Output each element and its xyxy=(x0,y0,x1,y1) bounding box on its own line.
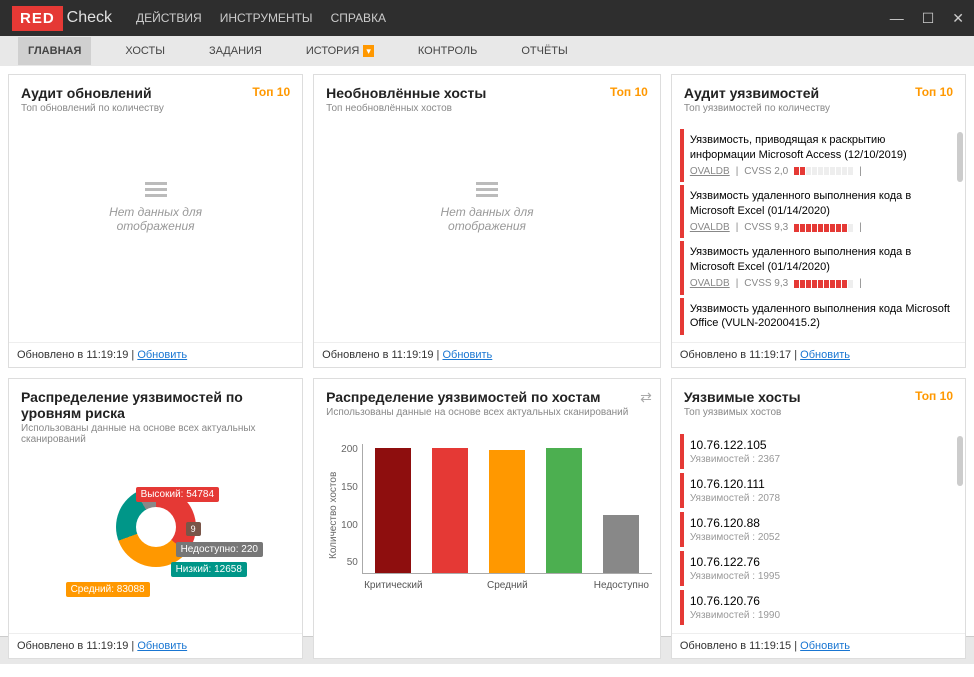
tab-hosts[interactable]: ХОСТЫ xyxy=(115,37,175,65)
no-data-placeholder: Нет данных для отображения xyxy=(322,126,652,286)
list-icon xyxy=(476,179,498,195)
scrollbar[interactable] xyxy=(957,132,963,182)
tab-reports[interactable]: ОТЧЁТЫ xyxy=(511,37,577,65)
close-icon[interactable]: ✕ xyxy=(952,10,964,27)
panel-vuln-hosts: Уязвимые хосты Топ 10 Топ уязвимых хосто… xyxy=(671,378,966,659)
tab-control[interactable]: КОНТРОЛЬ xyxy=(408,37,487,65)
title-bar: RED Check ДЕЙСТВИЯ ИНСТРУМЕНТЫ СПРАВКА —… xyxy=(0,0,974,36)
vuln-list[interactable]: Уязвимость, приводящая к раскрытию инфор… xyxy=(672,122,965,342)
logo-text: Check xyxy=(67,9,112,27)
bar-medium xyxy=(489,450,525,573)
top10-link[interactable]: Топ 10 xyxy=(915,85,953,99)
top10-link[interactable]: Топ 10 xyxy=(252,85,290,99)
panel-subtitle: Топ уязвимых хостов xyxy=(672,407,965,426)
main-menu: ДЕЙСТВИЯ ИНСТРУМЕНТЫ СПРАВКА xyxy=(136,11,386,25)
window-controls: — ☐ ✕ xyxy=(890,10,964,27)
panel-title: Аудит уязвимостей xyxy=(684,85,819,101)
cvss-bar-icon xyxy=(794,280,853,288)
menu-actions[interactable]: ДЕЙСТВИЯ xyxy=(136,11,202,25)
refresh-link[interactable]: Обновить xyxy=(800,640,850,652)
host-list[interactable]: 10.76.122.105Уязвимостей : 2367 10.76.12… xyxy=(672,426,965,633)
filter-icon: ▾ xyxy=(363,45,374,57)
cvss-bar-icon xyxy=(794,167,853,175)
host-item[interactable]: 10.76.120.111Уязвимостей : 2078 xyxy=(680,473,957,508)
panel-title: Уязвимые хосты xyxy=(684,389,801,405)
refresh-link[interactable]: Обновить xyxy=(137,349,187,361)
refresh-link[interactable]: Обновить xyxy=(800,349,850,361)
panel-updates-audit: Аудит обновлений Топ 10 Топ обновлений п… xyxy=(8,74,303,368)
list-icon xyxy=(145,179,167,195)
tab-bar: ГЛАВНАЯ ХОСТЫ ЗАДАНИЯ ИСТОРИЯ▾ КОНТРОЛЬ … xyxy=(0,36,974,66)
no-data-placeholder: Нет данных для отображения xyxy=(17,126,294,286)
panel-footer: Обновлено в 11:19:19 | Обновить xyxy=(9,633,302,658)
panel-subtitle: Топ необновлённых хостов xyxy=(314,103,660,122)
menu-tools[interactable]: ИНСТРУМЕНТЫ xyxy=(220,11,313,25)
bar-low xyxy=(546,448,582,573)
panel-title: Аудит обновлений xyxy=(21,85,152,101)
bar-na xyxy=(603,515,639,573)
vuln-item[interactable]: Уязвимость, приводящая к раскрытию инфор… xyxy=(680,129,957,182)
panel-footer: Обновлено в 11:19:19 | Обновить xyxy=(314,342,660,367)
panel-outdated-hosts: Необновлённые хосты Топ 10 Топ необновлё… xyxy=(313,74,661,368)
swap-icon[interactable]: ⇄ xyxy=(640,389,652,406)
bar-area: Критический Средний Недоступно xyxy=(362,444,652,574)
top10-link[interactable]: Топ 10 xyxy=(610,85,648,99)
tab-tasks[interactable]: ЗАДАНИЯ xyxy=(199,37,272,65)
scrollbar[interactable] xyxy=(957,436,963,486)
panel-subtitle: Использованы данные на основе всех актуа… xyxy=(9,423,302,453)
panel-vuln-audit: Аудит уязвимостей Топ 10 Топ уязвимостей… xyxy=(671,74,966,368)
panel-footer: Обновлено в 11:19:15 | Обновить xyxy=(672,633,965,658)
top10-link[interactable]: Топ 10 xyxy=(915,389,953,403)
panel-subtitle: Использованы данные на основе всех актуа… xyxy=(314,407,660,426)
bar-chart: Количество хостов 200 150 100 50 Критиче… xyxy=(322,430,652,590)
dashboard-content: Аудит обновлений Топ 10 Топ обновлений п… xyxy=(0,66,974,636)
bar-high xyxy=(432,448,468,573)
tab-history[interactable]: ИСТОРИЯ▾ xyxy=(296,37,384,65)
donut-chart: Высокий: 54784 Средний: 83088 Низкий: 12… xyxy=(76,487,236,607)
host-item[interactable]: 10.76.120.88Уязвимостей : 2052 xyxy=(680,512,957,547)
label-high: Высокий: 54784 xyxy=(136,487,219,502)
panel-risk-dist: Распределение уязвимостей по уровням рис… xyxy=(8,378,303,659)
label-low: Низкий: 12658 xyxy=(171,562,247,577)
y-axis-ticks: 200 150 100 50 xyxy=(339,440,362,590)
host-item[interactable]: 10.76.122.105Уязвимостей : 2367 xyxy=(680,434,957,469)
minimize-icon[interactable]: — xyxy=(890,10,904,26)
y-axis-label: Количество хостов xyxy=(328,440,339,590)
label-extra: 9 xyxy=(186,522,201,536)
vuln-item[interactable]: Уязвимость удаленного выполнения кода Mi… xyxy=(680,298,957,336)
panel-vuln-by-host: ⇄ Распределение уязвимостей по хостам Ис… xyxy=(313,378,661,659)
maximize-icon[interactable]: ☐ xyxy=(922,10,935,27)
cvss-bar-icon xyxy=(794,224,853,232)
panel-title: Распределение уязвимостей по хостам xyxy=(326,389,600,405)
panel-title: Распределение уязвимостей по уровням рис… xyxy=(21,389,290,421)
panel-title: Необновлённые хосты xyxy=(326,85,486,101)
panel-subtitle: Топ уязвимостей по количеству xyxy=(672,103,965,122)
label-na: Недоступно: 220 xyxy=(176,542,263,557)
label-medium: Средний: 83088 xyxy=(66,582,150,597)
vuln-item[interactable]: Уязвимость удаленного выполнения кода в … xyxy=(680,185,957,238)
host-item[interactable]: 10.76.122.76Уязвимостей : 1995 xyxy=(680,551,957,586)
vuln-item[interactable]: Уязвимость удаленного выполнения кода в … xyxy=(680,241,957,294)
refresh-link[interactable]: Обновить xyxy=(137,640,187,652)
bar-critical xyxy=(375,448,411,573)
logo-red: RED xyxy=(12,6,63,31)
host-item[interactable]: 10.76.120.76Уязвимостей : 1990 xyxy=(680,590,957,625)
refresh-link[interactable]: Обновить xyxy=(442,349,492,361)
panel-subtitle: Топ обновлений по количеству xyxy=(9,103,302,122)
panel-footer: Обновлено в 11:19:19 | Обновить xyxy=(9,342,302,367)
panel-footer: Обновлено в 11:19:17 | Обновить xyxy=(672,342,965,367)
menu-help[interactable]: СПРАВКА xyxy=(331,11,387,25)
tab-main[interactable]: ГЛАВНАЯ xyxy=(18,37,91,65)
app-logo: RED Check xyxy=(12,6,112,31)
